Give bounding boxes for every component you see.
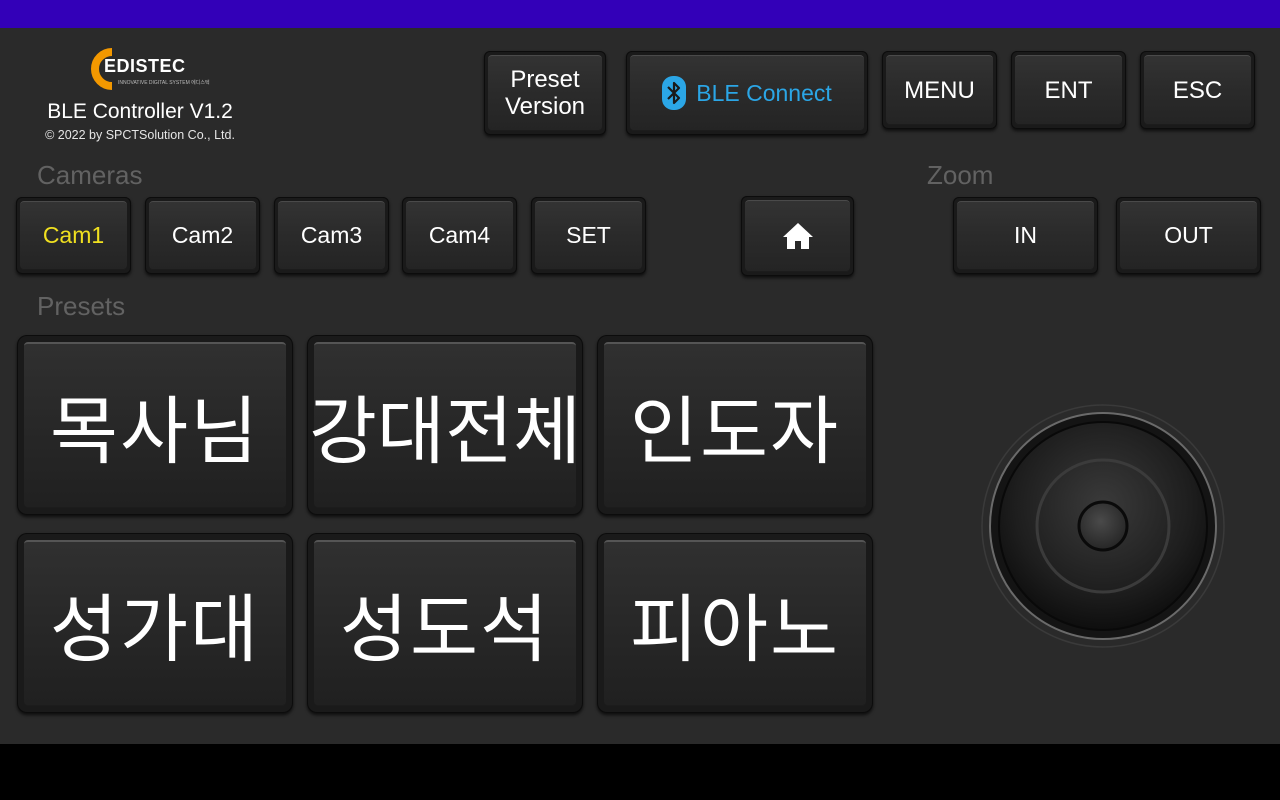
preset-label-5: 성도석 [339,587,551,671]
cam4-label: Cam4 [428,222,491,248]
preset-button-3[interactable]: 인도자 [597,335,873,515]
cam1-button[interactable]: Cam1 [16,197,131,274]
cameras-section-label: Cameras [37,160,143,190]
cam4-button[interactable]: Cam4 [402,197,517,274]
cam3-label: Cam3 [300,222,363,248]
cam2-label: Cam2 [171,222,234,248]
edistec-logo: EDISTEC INNOVATIVE DIGITAL SYSTEM 에디스텍 [88,46,210,92]
app-title: BLE Controller V1.2 [47,100,233,123]
preset-version-button[interactable]: Preset Version [484,51,606,135]
preset-button-5[interactable]: 성도석 [307,533,583,713]
cam1-label: Cam1 [42,222,105,248]
set-label: SET [566,222,611,248]
navigation-bar [0,744,1280,800]
home-button[interactable] [741,196,854,276]
zoom-out-button[interactable]: OUT [1116,197,1261,274]
zoom-section-label: Zoom [927,160,994,190]
preset-button-1[interactable]: 목사님 [17,335,293,515]
zoom-out-label: OUT [1164,222,1213,248]
preset-label-3: 인도자 [629,389,841,473]
preset-button-4[interactable]: 성가대 [17,533,293,713]
set-button[interactable]: SET [531,197,646,274]
preset-version-label-line1: Preset [510,66,580,93]
preset-label-1: 목사님 [49,389,261,473]
ent-button[interactable]: ENT [1011,51,1126,129]
preset-button-2[interactable]: 강대전체 [307,335,583,515]
copyright-text: © 2022 by SPCTSolution Co., Ltd. [45,128,235,142]
ble-connect-button[interactable]: BLE Connect [626,51,868,135]
zoom-in-button[interactable]: IN [953,197,1098,274]
status-bar [0,0,1280,28]
preset-version-label-line2: Version [504,93,586,120]
bluetooth-icon [662,76,687,110]
menu-button[interactable]: MENU [882,51,997,129]
preset-label-4: 성가대 [49,587,261,671]
zoom-in-label: IN [1014,222,1037,248]
esc-button[interactable]: ESC [1140,51,1255,129]
cam2-button[interactable]: Cam2 [145,197,260,274]
ptz-joystick[interactable] [980,403,1226,649]
ent-label: ENT [1044,76,1093,104]
cam3-button[interactable]: Cam3 [274,197,389,274]
menu-label: MENU [904,76,975,104]
controller-app: EDISTEC INNOVATIVE DIGITAL SYSTEM 에디스텍 B… [0,28,1280,744]
logo-text: EDISTEC [104,56,186,76]
logo-subtext: INNOVATIVE DIGITAL SYSTEM 에디스텍 [118,80,210,86]
esc-label: ESC [1172,76,1223,104]
preset-button-6[interactable]: 피아노 [597,533,873,713]
home-icon [782,223,813,249]
ble-connect-label: BLE Connect [696,79,832,106]
presets-section-label: Presets [37,291,126,321]
brand-block: EDISTEC INNOVATIVE DIGITAL SYSTEM 에디스텍 B… [20,46,260,156]
preset-label-6: 피아노 [629,587,841,671]
preset-label-2: 강대전체 [308,389,582,473]
